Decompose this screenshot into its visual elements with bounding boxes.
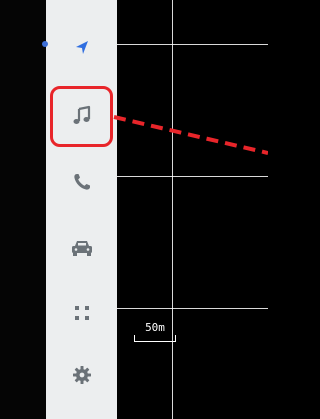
sidebar-item-car[interactable]: [62, 236, 102, 260]
sidebar-item-apps[interactable]: [62, 302, 102, 324]
map-grid-line: [117, 176, 268, 177]
screen-bezel: [0, 0, 46, 419]
map-scale-label: 50m: [145, 321, 165, 334]
sidebar-item-navigation[interactable]: [62, 38, 102, 58]
map-grid-line: [172, 0, 173, 419]
map-grid-line: [117, 308, 268, 309]
navigation-arrow-icon: [74, 40, 90, 56]
map-scale: 50m: [134, 322, 176, 344]
sidebar-item-settings[interactable]: [62, 364, 102, 386]
sidebar-item-phone[interactable]: [62, 170, 102, 194]
sidebar: [46, 0, 117, 419]
music-highlight-box: [50, 86, 113, 147]
map-grid-line: [117, 44, 268, 45]
position-dot: [42, 41, 48, 47]
map-scale-bar: [134, 335, 176, 342]
apps-grid-icon: [73, 304, 91, 322]
gear-icon: [72, 365, 92, 385]
car-icon: [70, 238, 94, 258]
car-display-screen: 50m: [0, 0, 268, 419]
phone-icon: [72, 172, 92, 192]
map-view[interactable]: 50m: [117, 0, 268, 419]
